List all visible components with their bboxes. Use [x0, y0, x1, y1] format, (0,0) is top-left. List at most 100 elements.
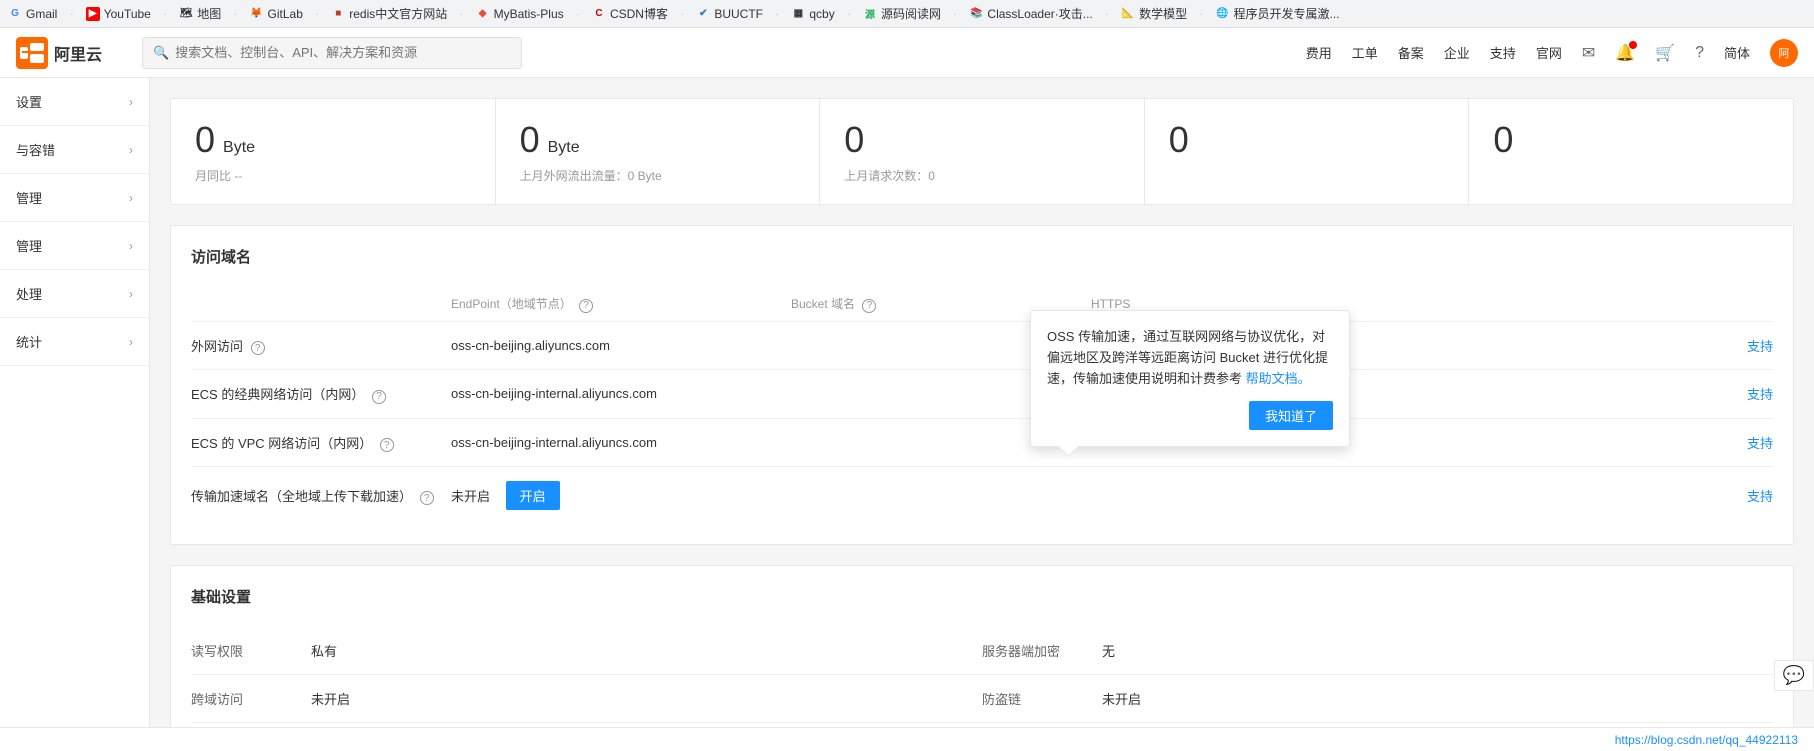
nav-ticket[interactable]: 工单: [1352, 43, 1378, 62]
tab-youtube[interactable]: ▶ YouTube: [86, 7, 151, 21]
sidebar-item-redundancy-label: 与容错: [16, 140, 55, 159]
csdn-favicon: C: [592, 7, 606, 21]
classloader-favicon: 📚: [969, 7, 983, 21]
stat-fifth: 0: [1469, 99, 1793, 204]
bell-icon[interactable]: 🔔: [1615, 43, 1635, 63]
math-favicon: 📐: [1121, 7, 1135, 21]
sidebar-item-process[interactable]: 处理 ›: [0, 270, 149, 318]
stat-traffic-sub: 上月外网流出流量：0 Byte: [520, 167, 796, 184]
transfer-accel-label: 传输加速域名（全地域上传下载加速） ?: [191, 467, 451, 525]
server-encrypt-row: 服务器端加密 无: [982, 627, 1773, 675]
hotlink-row: 防盗链 未开启: [982, 675, 1773, 723]
basic-settings-title: 基础设置: [191, 586, 1773, 607]
tab-qcby[interactable]: ▦ qcby: [791, 7, 834, 21]
tab-yuan-label: 源码阅读网: [881, 5, 941, 22]
tab-maps[interactable]: 🗺 地图: [179, 5, 221, 22]
gitlab-favicon: 🦊: [250, 7, 264, 21]
col-label-header: [191, 287, 451, 321]
stat-requests-sub: 上月请求次数：0: [844, 167, 1120, 184]
transfer-accel-endpoint: 未开启 开启: [451, 467, 791, 525]
user-avatar[interactable]: 阿: [1770, 39, 1798, 67]
stat-requests: 0 上月请求次数：0: [820, 99, 1145, 204]
sidebar-item-stats-label: 统计: [16, 332, 42, 351]
tooltip-ok-button[interactable]: 我知道了: [1249, 401, 1333, 430]
external-help-icon[interactable]: ?: [251, 341, 265, 355]
stat-traffic-value: 0 Byte: [520, 119, 796, 161]
nav-lang[interactable]: 简体: [1724, 43, 1750, 62]
stat-requests-value: 0: [844, 119, 1120, 161]
endpoint-help-icon[interactable]: ?: [579, 299, 593, 313]
transfer-accel-bucket: [791, 467, 1091, 525]
ecs-classic-label: ECS 的经典网络访问（内网） ?: [191, 370, 451, 419]
tab-prog-label: 程序员开发专属激...: [1233, 5, 1339, 22]
table-row: 传输加速域名（全地域上传下载加速） ? 未开启 开启 支持: [191, 467, 1773, 525]
stat-storage-unit: Byte: [223, 139, 255, 157]
search-icon: 🔍: [153, 45, 169, 61]
tab-yuan[interactable]: 源 源码阅读网: [863, 5, 941, 22]
status-bar: https://blog.csdn.net/qq_44922113: [0, 727, 1814, 751]
tab-gmail-label: Gmail: [26, 7, 57, 21]
sidebar-item-redundancy[interactable]: 与容错 ›: [0, 126, 149, 174]
ecs-vpc-help-icon[interactable]: ?: [380, 438, 394, 452]
nav-enterprise[interactable]: 企业: [1444, 43, 1470, 62]
sidebar-item-manage2[interactable]: 管理 ›: [0, 222, 149, 270]
server-encrypt-label: 服务器端加密: [982, 641, 1102, 660]
tab-buu[interactable]: ✔ BUUCTF: [696, 7, 763, 21]
app-container: 阿里云 🔍 费用 工单 备案 企业 支持 官网 ✉ 🔔 🛒 ? 简体 阿: [0, 28, 1814, 751]
read-write-row: 读写权限 私有: [191, 627, 982, 675]
ecs-classic-https-status: 支持: [1747, 387, 1773, 402]
tab-math-label: 数学模型: [1139, 5, 1187, 22]
external-access-label: 外网访问 ?: [191, 321, 451, 370]
main-layout: 设置 › 与容错 › 管理 › 管理 › 处理 › 统计 ›: [0, 78, 1814, 727]
cors-label: 跨域访问: [191, 689, 311, 708]
cors-row: 跨域访问 未开启: [191, 675, 982, 723]
youtube-favicon: ▶: [86, 7, 100, 21]
sidebar-item-stats[interactable]: 统计 ›: [0, 318, 149, 366]
ecs-classic-help-icon[interactable]: ?: [372, 390, 386, 404]
domain-table: EndPoint（地域节点） ? Bucket 域名 ? HTTPS: [191, 287, 1773, 524]
nav-fees[interactable]: 费用: [1306, 43, 1332, 62]
cart-icon[interactable]: 🛒: [1655, 43, 1675, 63]
sidebar-item-manage2-label: 管理: [16, 236, 42, 255]
nav-support[interactable]: 支持: [1490, 43, 1516, 62]
read-write-label: 读写权限: [191, 641, 311, 660]
logo[interactable]: 阿里云: [16, 37, 102, 69]
bucket-help-icon[interactable]: ?: [862, 299, 876, 313]
stat-storage-value: 0 Byte: [195, 119, 471, 161]
gmail-favicon: G: [8, 7, 22, 21]
settings-grid: 读写权限 私有 跨域访问 未开启 服务器端加密 无: [191, 627, 1773, 723]
tab-gmail[interactable]: G Gmail: [8, 7, 57, 21]
sidebar-item-manage1[interactable]: 管理 ›: [0, 174, 149, 222]
tab-maps-label: 地图: [197, 5, 221, 22]
tab-classloader[interactable]: 📚 ClassLoader·攻击...: [969, 5, 1092, 22]
transfer-accel-help-icon[interactable]: ?: [420, 491, 434, 505]
search-input[interactable]: [175, 45, 511, 60]
sidebar: 设置 › 与容错 › 管理 › 管理 › 处理 › 统计 ›: [0, 78, 150, 727]
help-icon[interactable]: ?: [1695, 44, 1704, 62]
external-endpoint: oss-cn-beijing.aliyuncs.com: [451, 321, 791, 370]
tab-redis[interactable]: ■ redis中文官方网站: [331, 5, 447, 22]
search-bar[interactable]: 🔍: [142, 37, 522, 69]
tab-math[interactable]: 📐 数学模型: [1121, 5, 1187, 22]
table-row: ECS 的经典网络访问（内网） ? oss-cn-beijing-interna…: [191, 370, 1773, 419]
tab-mybatis[interactable]: ◆ MyBatis-Plus: [476, 7, 564, 21]
chevron-icon: ›: [129, 95, 133, 109]
nav-official[interactable]: 官网: [1536, 43, 1562, 62]
tab-gitlab[interactable]: 🦊 GitLab: [250, 7, 303, 21]
sidebar-item-settings[interactable]: 设置 ›: [0, 78, 149, 126]
tab-prog[interactable]: 🌐 程序员开发专属激...: [1215, 5, 1339, 22]
mail-icon[interactable]: ✉: [1582, 43, 1595, 63]
status-url: https://blog.csdn.net/qq_44922113: [1615, 733, 1798, 747]
tab-redis-label: redis中文官方网站: [349, 5, 447, 22]
mybatis-favicon: ◆: [476, 7, 490, 21]
tooltip-text: OSS 传输加速，通过互联网网络与协议优化，对偏远地区及跨洋等远距离访问 Buc…: [1047, 327, 1333, 389]
nav-icp[interactable]: 备案: [1398, 43, 1424, 62]
stat-fifth-value: 0: [1493, 119, 1769, 161]
ecs-vpc-label: ECS 的 VPC 网络访问（内网） ?: [191, 418, 451, 467]
transfer-accel-open-button[interactable]: 开启: [506, 481, 560, 510]
tab-csdn[interactable]: C CSDN博客: [592, 5, 668, 22]
tooltip-help-link[interactable]: 帮助文档。: [1246, 371, 1311, 386]
transfer-accel-https: 支持: [1091, 467, 1773, 525]
chat-float-button[interactable]: 💬: [1774, 660, 1814, 691]
stat-storage: 0 Byte 月同比 --: [171, 99, 496, 204]
